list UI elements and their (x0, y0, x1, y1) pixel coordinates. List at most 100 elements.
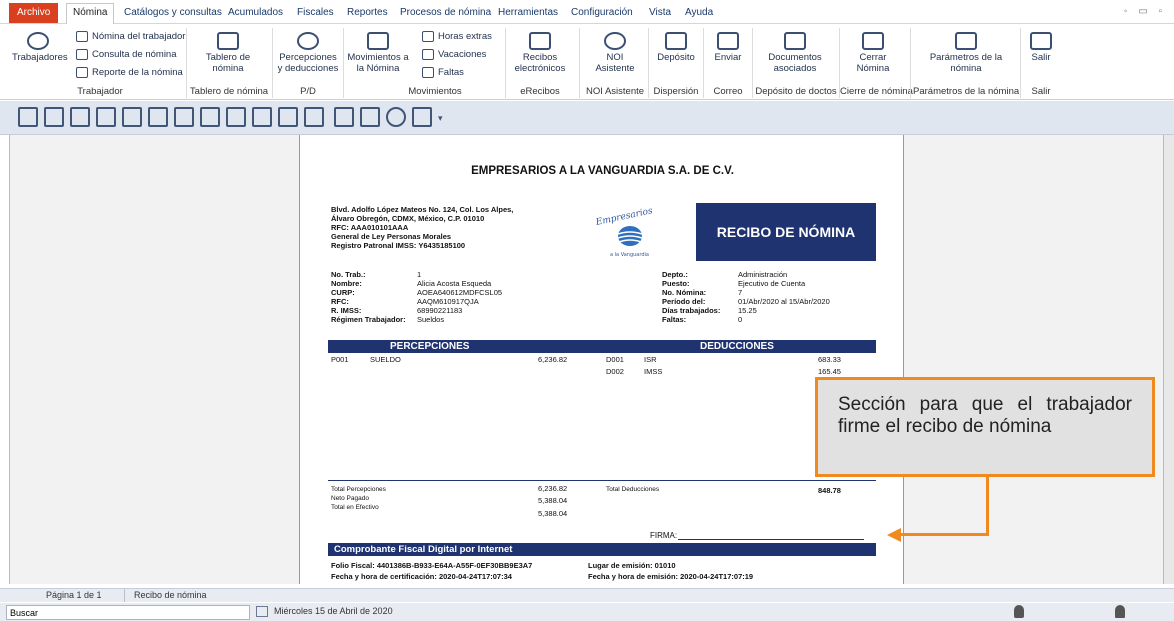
ribbon-divider (648, 28, 649, 98)
noi-asistente-button[interactable]: NOI Asistente (590, 28, 640, 74)
consulta-nomina-button[interactable]: Consulta de nómina (76, 48, 177, 62)
dashboard-icon (217, 32, 239, 50)
next-page-icon[interactable] (148, 107, 168, 127)
salir-button[interactable]: Salir (1026, 28, 1056, 63)
label-curp: CURP: (331, 288, 355, 297)
value-dias: 15.25 (738, 306, 757, 315)
export-email-icon[interactable] (334, 107, 354, 127)
ded-amount-2: 165.45 (818, 367, 841, 376)
ribbon-divider (272, 28, 273, 98)
menu-procesos[interactable]: Procesos de nómina (400, 4, 491, 22)
zoom-in-icon[interactable] (44, 107, 64, 127)
vacaciones-button[interactable]: Vacaciones (422, 48, 486, 62)
ribbon-divider (579, 28, 580, 98)
perc-amount: 6,236.82 (538, 355, 568, 364)
notification-bell-icon[interactable] (1115, 605, 1125, 618)
printer-settings-icon[interactable] (304, 107, 324, 127)
enviar-button[interactable]: Enviar (708, 28, 748, 63)
logo-text: Empresarios (594, 206, 654, 228)
menu-catalogos[interactable]: Catálogos y consultas (124, 4, 222, 22)
ded-name-2: IMSS (644, 367, 663, 376)
ribbon-divider (186, 28, 187, 98)
coins-icon (297, 32, 319, 50)
recibos-button[interactable]: Recibos electrónicos (508, 28, 572, 74)
value-periodo: 01/Abr/2020 al 15/Abr/2020 (738, 297, 830, 306)
trabajadores-button[interactable]: Trabajadores (12, 28, 68, 63)
group-label-cierre: Cierre de nómina (840, 86, 913, 97)
menu-acumulados[interactable]: Acumulados (228, 4, 283, 22)
value-no-nomina: 7 (738, 288, 743, 297)
quick-print-icon[interactable] (252, 107, 272, 127)
previous-page-icon[interactable] (122, 107, 142, 127)
label-no-trab: No. Trab.: (331, 270, 366, 279)
deposito-button[interactable]: Depósito (656, 28, 696, 63)
zoom-out-icon[interactable] (70, 107, 90, 127)
tablero-button[interactable]: Tablero de nómina (196, 28, 260, 74)
ribbon-divider (505, 28, 506, 98)
menu-ayuda[interactable]: Ayuda (685, 4, 713, 22)
left-preview-margin (9, 135, 299, 584)
label-rfc: RFC: (331, 297, 349, 306)
user-icon[interactable] (1014, 605, 1024, 618)
document-name: Recibo de nómina (134, 590, 207, 600)
total-perc-label: Total Percepciones (331, 486, 386, 493)
cerrar-nomina-button[interactable]: Cerrar Nómina (848, 28, 898, 74)
menu-configuracion[interactable]: Configuración (571, 4, 633, 22)
faltas-button[interactable]: Faltas (422, 66, 464, 80)
group-label-erecibos: eRecibos (520, 86, 560, 97)
ribbon-divider (752, 28, 753, 98)
label-regimen: Régimen Trabajador: (331, 315, 406, 324)
document-icon (76, 30, 88, 42)
menu-herramientas[interactable]: Herramientas (498, 4, 558, 22)
group-label-docs: Depósito de doctos (755, 86, 837, 97)
vertical-scrollbar[interactable] (1164, 135, 1174, 584)
callout-arrow-icon (887, 528, 901, 542)
documentos-button[interactable]: Documentos asociados (762, 28, 828, 74)
page-setup-icon[interactable] (278, 107, 298, 127)
toolbar-dropdown-icon[interactable]: ▾ (438, 113, 443, 124)
nomina-trabajador-button[interactable]: Nómina del trabajador (76, 30, 185, 44)
first-page-icon[interactable] (96, 107, 116, 127)
value-rimss: 68990221183 (417, 306, 463, 315)
menu-bar: Archivo Nómina Catálogos y consultas Acu… (0, 0, 1174, 25)
preview-toolbar: ▾ (0, 101, 1174, 135)
close-preview-icon[interactable] (412, 107, 432, 127)
menu-fiscales[interactable]: Fiscales (297, 4, 334, 22)
company-name: EMPRESARIOS A LA VANGUARDIA S.A. DE C.V. (471, 165, 734, 177)
reporte-nomina-button[interactable]: Reporte de la nómina (76, 66, 183, 80)
signature-line (678, 539, 864, 540)
percepciones-button[interactable]: Percepciones y deducciones (276, 28, 340, 74)
menu-nomina[interactable]: Nómina (66, 3, 115, 25)
page-indicator: Página 1 de 1 (46, 590, 102, 600)
efectivo-value: 5,388.04 (538, 509, 568, 518)
movimientos-button[interactable]: Movimientos a la Nómina (346, 28, 410, 74)
window-controls[interactable]: ◦ ▭ ▫ (1124, 6, 1166, 17)
menu-vista[interactable]: Vista (649, 4, 671, 22)
export-icon[interactable] (200, 107, 220, 127)
registro-patronal: Registro Patronal IMSS: Y6435185100 (331, 241, 466, 250)
zoom-icon[interactable] (18, 107, 38, 127)
bank-icon (665, 32, 687, 50)
parametros-button[interactable]: Parámetros de la nómina (922, 28, 1010, 74)
menu-reportes[interactable]: Reportes (347, 4, 388, 22)
report-icon (76, 66, 88, 78)
help-icon[interactable] (386, 107, 406, 127)
menu-archivo[interactable]: Archivo (9, 3, 59, 23)
current-date: Miércoles 15 de Abril de 2020 (274, 606, 393, 616)
group-label-trabajador: Trabajador (77, 86, 123, 97)
ribbon-divider (910, 28, 911, 98)
horas-extras-button[interactable]: Horas extras (422, 30, 492, 44)
company-logo: Empresarios a la Vanguardia (590, 200, 670, 260)
perc-name: SUELDO (370, 355, 401, 364)
company-address-1: Blvd. Adolfo López Mateos No. 124, Col. … (331, 205, 514, 214)
mail-icon[interactable] (360, 107, 380, 127)
status-divider (124, 589, 125, 602)
efectivo-label: Total en Efectivo (331, 504, 379, 511)
print-icon[interactable] (226, 107, 246, 127)
perc-code: P001 (331, 355, 349, 364)
label-depto: Depto.: (662, 270, 688, 279)
totals-divider (328, 480, 876, 481)
search-input[interactable] (6, 605, 250, 620)
company-address-2: Álvaro Obregón, CDMX, México, C.P. 01010 (331, 214, 485, 223)
last-page-icon[interactable] (174, 107, 194, 127)
